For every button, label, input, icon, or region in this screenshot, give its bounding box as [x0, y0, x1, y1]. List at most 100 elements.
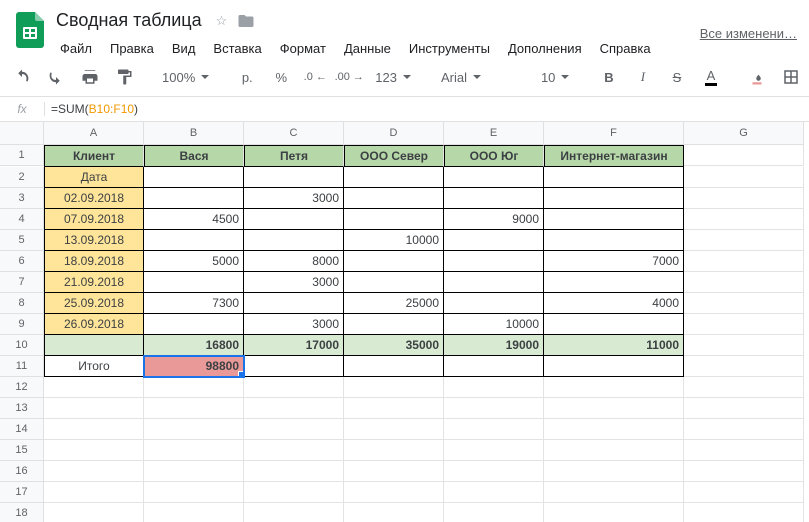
cell[interactable]: 17000: [244, 335, 344, 356]
cell[interactable]: [684, 440, 804, 461]
cell[interactable]: [684, 377, 804, 398]
cell[interactable]: 11000: [544, 335, 684, 356]
cell[interactable]: [344, 461, 444, 482]
folder-icon[interactable]: [237, 12, 255, 30]
formula-input[interactable]: =SUM(B10:F10): [45, 102, 809, 116]
row-header[interactable]: 11: [0, 356, 44, 377]
cell[interactable]: [544, 482, 684, 503]
menu-help[interactable]: Справка: [592, 37, 659, 60]
cell[interactable]: [244, 230, 344, 251]
menu-format[interactable]: Формат: [272, 37, 334, 60]
cell[interactable]: [44, 419, 144, 440]
cell[interactable]: Дата: [44, 167, 144, 188]
cell[interactable]: [344, 209, 444, 230]
paint-format-button[interactable]: [110, 64, 138, 90]
cell[interactable]: [344, 167, 444, 188]
spreadsheet-grid[interactable]: A B C D E F G 1КлиентВасяПетяООО СеверОО…: [0, 122, 809, 522]
cell[interactable]: [684, 188, 804, 209]
cell[interactable]: Итого: [44, 356, 144, 377]
cell[interactable]: [244, 482, 344, 503]
row-header[interactable]: 8: [0, 293, 44, 314]
cell[interactable]: [344, 314, 444, 335]
cell[interactable]: [344, 440, 444, 461]
cell[interactable]: [684, 167, 804, 188]
cell[interactable]: [544, 314, 684, 335]
cell[interactable]: 16800: [144, 335, 244, 356]
cell[interactable]: [344, 251, 444, 272]
cell[interactable]: [44, 503, 144, 522]
format-percent-button[interactable]: %: [267, 64, 295, 90]
cell[interactable]: [444, 461, 544, 482]
cell[interactable]: 3000: [244, 188, 344, 209]
cell[interactable]: 7000: [544, 251, 684, 272]
cell[interactable]: [144, 188, 244, 209]
cell[interactable]: [144, 377, 244, 398]
cell[interactable]: [244, 293, 344, 314]
cell[interactable]: [244, 440, 344, 461]
col-header[interactable]: F: [544, 122, 684, 145]
undo-button[interactable]: [8, 64, 36, 90]
cell[interactable]: 4500: [144, 209, 244, 230]
cell[interactable]: [144, 503, 244, 522]
col-header[interactable]: B: [144, 122, 244, 145]
cell[interactable]: 13.09.2018: [44, 230, 144, 251]
cell[interactable]: [344, 398, 444, 419]
cell[interactable]: ООО Юг: [444, 145, 544, 167]
font-size-dropdown[interactable]: 10: [535, 64, 577, 90]
cell[interactable]: [444, 188, 544, 209]
cell[interactable]: [684, 335, 804, 356]
menu-insert[interactable]: Вставка: [205, 37, 269, 60]
row-header[interactable]: 9: [0, 314, 44, 335]
cell[interactable]: [444, 251, 544, 272]
cell[interactable]: [544, 503, 684, 522]
cell[interactable]: [144, 314, 244, 335]
cell[interactable]: [684, 503, 804, 522]
menu-data[interactable]: Данные: [336, 37, 399, 60]
cell[interactable]: [684, 251, 804, 272]
bold-button[interactable]: B: [595, 64, 623, 90]
font-family-dropdown[interactable]: Arial: [435, 64, 517, 90]
redo-button[interactable]: [42, 64, 70, 90]
cell[interactable]: [344, 482, 444, 503]
increase-decimals-button[interactable]: .00 →: [335, 64, 363, 90]
cell[interactable]: [144, 230, 244, 251]
cell[interactable]: 4000: [544, 293, 684, 314]
cell[interactable]: 5000: [144, 251, 244, 272]
cell[interactable]: [444, 503, 544, 522]
cell[interactable]: Вася: [144, 145, 244, 167]
cell[interactable]: [244, 377, 344, 398]
cell[interactable]: [344, 188, 444, 209]
row-header[interactable]: 6: [0, 251, 44, 272]
print-button[interactable]: [76, 64, 104, 90]
cell[interactable]: [684, 145, 804, 166]
menu-tools[interactable]: Инструменты: [401, 37, 498, 60]
col-header[interactable]: A: [44, 122, 144, 145]
row-header[interactable]: 2: [0, 167, 44, 188]
row-header[interactable]: 15: [0, 440, 44, 461]
cell[interactable]: [444, 293, 544, 314]
cell[interactable]: [344, 272, 444, 293]
cell[interactable]: [684, 398, 804, 419]
cell[interactable]: [144, 272, 244, 293]
cell[interactable]: 02.09.2018: [44, 188, 144, 209]
cell[interactable]: Клиент: [44, 145, 144, 167]
cell[interactable]: [144, 167, 244, 188]
cell[interactable]: [244, 461, 344, 482]
col-header[interactable]: G: [684, 122, 804, 145]
cell[interactable]: [244, 167, 344, 188]
cell[interactable]: [444, 272, 544, 293]
text-color-button[interactable]: A: [697, 64, 725, 90]
cell[interactable]: [684, 209, 804, 230]
cell[interactable]: [444, 419, 544, 440]
cell[interactable]: [244, 356, 344, 377]
menu-file[interactable]: Файл: [52, 37, 100, 60]
col-header[interactable]: D: [344, 122, 444, 145]
more-formats-dropdown[interactable]: 123: [369, 64, 417, 90]
row-header[interactable]: 7: [0, 272, 44, 293]
cell[interactable]: [684, 293, 804, 314]
cell[interactable]: 18.09.2018: [44, 251, 144, 272]
cell[interactable]: [544, 419, 684, 440]
cell[interactable]: 3000: [244, 272, 344, 293]
cell[interactable]: [144, 398, 244, 419]
cell[interactable]: Интернет-магазин: [544, 145, 684, 167]
